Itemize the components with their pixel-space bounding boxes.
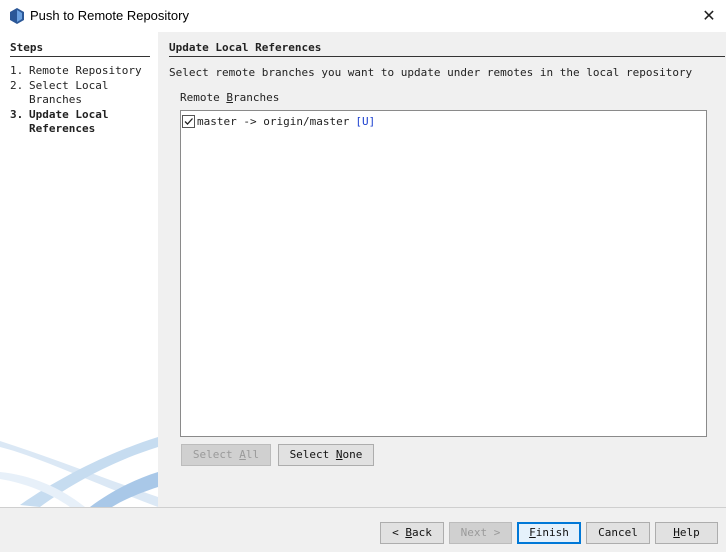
step-label: Remote Repository (29, 64, 142, 77)
remote-branches-list[interactable]: master -> origin/master [U] (180, 110, 707, 437)
button-bar: < Back Next > Finish Cancel Help (0, 507, 726, 552)
btn-text: < (392, 526, 406, 539)
btn-text: ll (245, 448, 260, 461)
title-bar: Push to Remote Repository ✕ (0, 0, 726, 32)
content-panel: Update Local References Select remote br… (160, 32, 726, 507)
select-all-button[interactable]: Select All (181, 444, 271, 466)
btn-mnemonic: A (239, 448, 246, 461)
btn-text: Select (192, 448, 240, 461)
next-button[interactable]: Next > (449, 522, 512, 544)
btn-mnemonic: F (529, 526, 536, 539)
step-item-select-local-branches: 2. Select Local Branches (10, 79, 154, 108)
label-text: ranches (232, 91, 280, 104)
step-number: 2. (10, 78, 24, 92)
close-icon[interactable]: ✕ (692, 0, 726, 32)
panel-description: Select remote branches you want to updat… (169, 66, 693, 79)
label-mnemonic: B (226, 91, 233, 104)
back-button[interactable]: < Back (380, 522, 444, 544)
decorative-swoosh (0, 437, 158, 507)
btn-mnemonic: H (673, 526, 680, 539)
checkmark-icon (184, 117, 193, 125)
step-number: 1. (10, 64, 24, 77)
btn-text: ack (412, 526, 432, 539)
steps-header: Steps (10, 41, 150, 57)
finish-button[interactable]: Finish (517, 522, 581, 544)
btn-mnemonic: N (335, 448, 343, 461)
branch-checkbox[interactable] (182, 114, 195, 128)
window-title: Push to Remote Repository (30, 8, 189, 23)
help-button[interactable]: Help (655, 522, 718, 544)
select-none-button[interactable]: Select None (278, 444, 374, 466)
cancel-button[interactable]: Cancel (586, 522, 650, 544)
label-text: Remote (180, 91, 227, 104)
step-number: 3. (10, 107, 24, 121)
step-item-remote-repository: 1. Remote Repository (10, 64, 154, 79)
wizard-body: Steps 1. Remote Repository 2. Select Loc… (0, 32, 726, 507)
step-label: Select Local Branches (29, 78, 109, 107)
branch-mapping: master -> origin/master (197, 114, 350, 128)
steps-panel: Steps 1. Remote Repository 2. Select Loc… (0, 32, 158, 507)
btn-text: one (342, 448, 363, 461)
panel-header: Update Local References (169, 41, 725, 57)
netbeans-app-icon (10, 8, 24, 24)
btn-text: Select (289, 448, 336, 461)
remote-branches-label: Remote Branches (180, 91, 279, 104)
list-item[interactable]: master -> origin/master [U] (182, 113, 375, 129)
btn-text: inish (535, 526, 569, 539)
step-item-update-local-references: 3. Update Local References (10, 108, 154, 137)
update-flag: [U] (355, 114, 376, 128)
btn-mnemonic: B (405, 526, 412, 539)
btn-text: elp (679, 526, 700, 539)
steps-list: 1. Remote Repository 2. Select Local Bra… (10, 64, 154, 137)
step-label: Update Local References (29, 107, 109, 136)
